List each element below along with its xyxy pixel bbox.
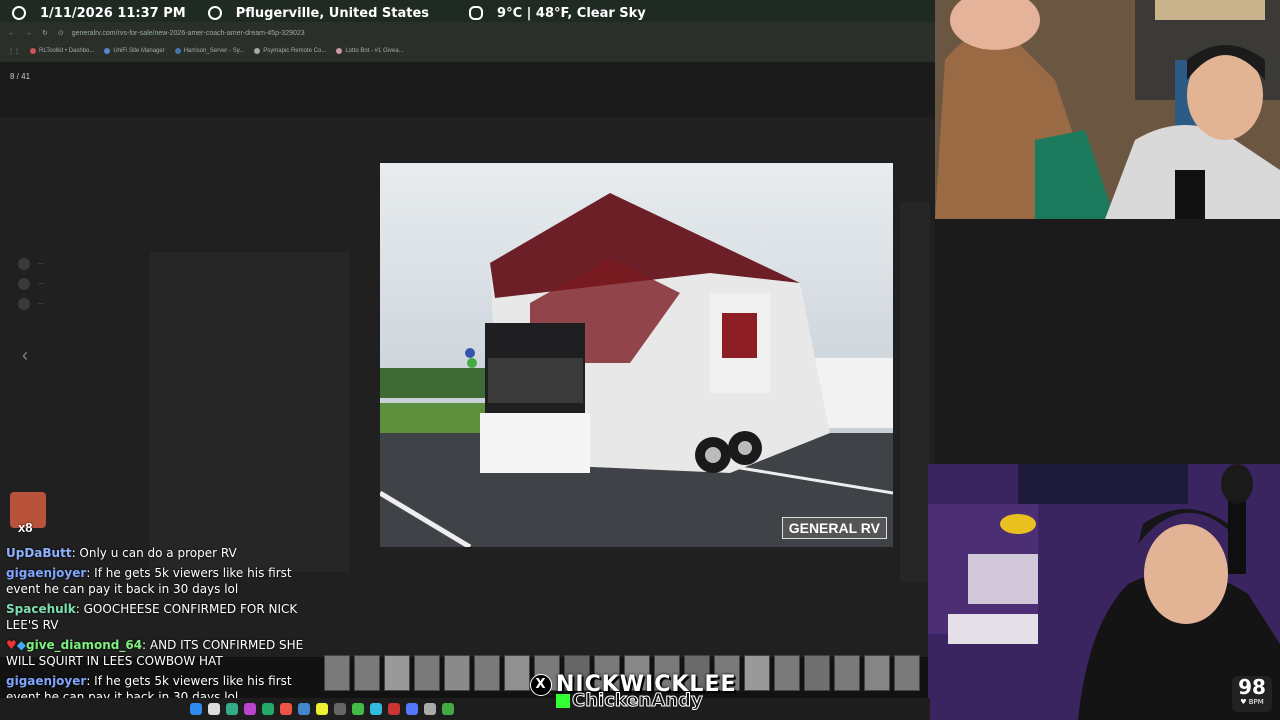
thumbnail[interactable]	[894, 655, 920, 691]
back-icon[interactable]: ←	[8, 30, 15, 37]
webcam-bottom	[928, 464, 1280, 720]
background-thumbnail	[150, 252, 350, 572]
reload-icon[interactable]: ↻	[42, 29, 48, 37]
datetime-group: 1/11/2026 11:37 PM	[12, 6, 186, 21]
gallery-counter: 8 / 41	[10, 72, 31, 81]
kick-logo-icon	[556, 694, 570, 708]
app-icon[interactable]	[316, 703, 328, 715]
clock-icon	[12, 6, 26, 20]
thumbnail[interactable]	[354, 655, 380, 691]
emote-count: x8	[18, 520, 33, 535]
chat-username: give_diamond_64	[26, 638, 143, 652]
webcam-feed	[935, 0, 1280, 219]
globe-icon	[207, 6, 222, 20]
app-icon[interactable]	[424, 703, 436, 715]
app-icon[interactable]	[280, 703, 292, 715]
weather-group: 9°C | 48°F, Clear Sky	[469, 6, 646, 21]
chat-username: Spacehulk	[6, 602, 76, 616]
thumbnail[interactable]	[414, 655, 440, 691]
app-icon[interactable]	[262, 703, 274, 715]
heart-icon: ♥	[6, 638, 17, 652]
list-item[interactable]: —	[18, 278, 44, 290]
list-item[interactable]: —	[18, 298, 44, 310]
bookmarks-bar: ⋮⋮ RLToolkit • Dashbo... UniFi Site Mana…	[0, 42, 935, 60]
bookmark-item[interactable]: Lotto Bot - #1 Givea...	[336, 48, 404, 54]
app-icon[interactable]	[370, 703, 382, 715]
app-icon[interactable]	[388, 703, 400, 715]
thumbnail[interactable]	[324, 655, 350, 691]
chat-overlay: UpDaButt: Only u can do a proper RV giga…	[0, 545, 320, 709]
watermark-logo: GENERAL RV	[781, 517, 887, 539]
heart-rate-widget: 98 ♥ BPM	[1232, 676, 1272, 712]
location-text: Pflugerville, United States	[235, 5, 430, 21]
datetime-text: 1/11/2026 11:37 PM	[40, 5, 186, 21]
webcam-feed	[928, 464, 1280, 720]
os-taskbar	[0, 698, 930, 720]
bookmark-item[interactable]: Harrison_Server - Sy...	[174, 48, 244, 54]
side-list: — — —	[18, 258, 44, 318]
thumbnail[interactable]	[834, 655, 860, 691]
diamond-icon: ◆	[16, 638, 26, 652]
thumbnail[interactable]	[474, 655, 500, 691]
chat-text: Only u can do a proper RV	[79, 546, 237, 560]
thumbnail[interactable]	[774, 655, 800, 691]
chat-username: gigaenjoyer	[6, 566, 87, 580]
rv-photo	[380, 163, 893, 547]
prev-image-button[interactable]: ‹	[22, 345, 28, 366]
chat-username: gigaenjoyer	[6, 674, 87, 688]
app-icon[interactable]	[442, 703, 454, 715]
browser-chrome: ← → ↻ ⊙ generalrv.com/rvs-for-sale/new-2…	[0, 22, 935, 62]
weather-text: 9°C | 48°F, Clear Sky	[497, 5, 646, 21]
gallery-main-image[interactable]: GENERAL RV	[380, 163, 893, 547]
bookmark-item[interactable]: UniFi Site Manager	[104, 48, 165, 54]
cloud-icon	[469, 6, 484, 20]
chat-username: UpDaButt	[6, 546, 72, 560]
app-icon[interactable]	[208, 703, 220, 715]
x-logo-icon: X	[530, 674, 552, 696]
chat-message: gigaenjoyer: If he gets 5k viewers like …	[6, 566, 292, 596]
app-icon[interactable]	[244, 703, 256, 715]
site-info-icon[interactable]: ⊙	[58, 29, 64, 37]
forward-icon[interactable]: →	[25, 30, 32, 37]
app-icon[interactable]	[190, 703, 202, 715]
heart-icon: ♥	[1240, 698, 1249, 706]
bpm-unit: ♥ BPM	[1240, 698, 1264, 706]
sub-name: ChickenAndy	[556, 690, 703, 712]
app-icon[interactable]	[298, 703, 310, 715]
apps-icon[interactable]: ⋮⋮	[8, 48, 20, 55]
chat-message: Spacehulk: GOOCHEESE CONFIRMED FOR NICK …	[6, 602, 298, 632]
thumbnail[interactable]	[444, 655, 470, 691]
background-thumbnail	[900, 202, 930, 582]
webcam-top	[935, 0, 1280, 219]
bpm-value: 98	[1238, 675, 1266, 699]
thumbnail[interactable]	[504, 655, 530, 691]
list-item[interactable]: —	[18, 258, 44, 270]
thumbnail[interactable]	[744, 655, 770, 691]
thumbnail[interactable]	[384, 655, 410, 691]
thumbnail[interactable]	[864, 655, 890, 691]
app-icon[interactable]	[406, 703, 418, 715]
chat-message: ♥◆give_diamond_64: AND ITS CONFIRMED SHE…	[6, 638, 304, 668]
location-group: Pflugerville, United States	[207, 5, 430, 21]
app-icon[interactable]	[352, 703, 364, 715]
bookmark-item[interactable]: RLToolkit • Dashbo...	[30, 48, 94, 54]
right-panel	[935, 219, 1280, 464]
thumbnail[interactable]	[804, 655, 830, 691]
address-bar[interactable]: generalrv.com/rvs-for-sale/new-2026-amer…	[72, 30, 305, 37]
address-bar-row: ← → ↻ ⊙ generalrv.com/rvs-for-sale/new-2…	[0, 24, 935, 42]
app-icon[interactable]	[334, 703, 346, 715]
app-icon[interactable]	[226, 703, 238, 715]
bookmark-item[interactable]: Psymapic Remote Co...	[254, 48, 326, 54]
chat-message: UpDaButt: Only u can do a proper RV	[6, 546, 237, 560]
